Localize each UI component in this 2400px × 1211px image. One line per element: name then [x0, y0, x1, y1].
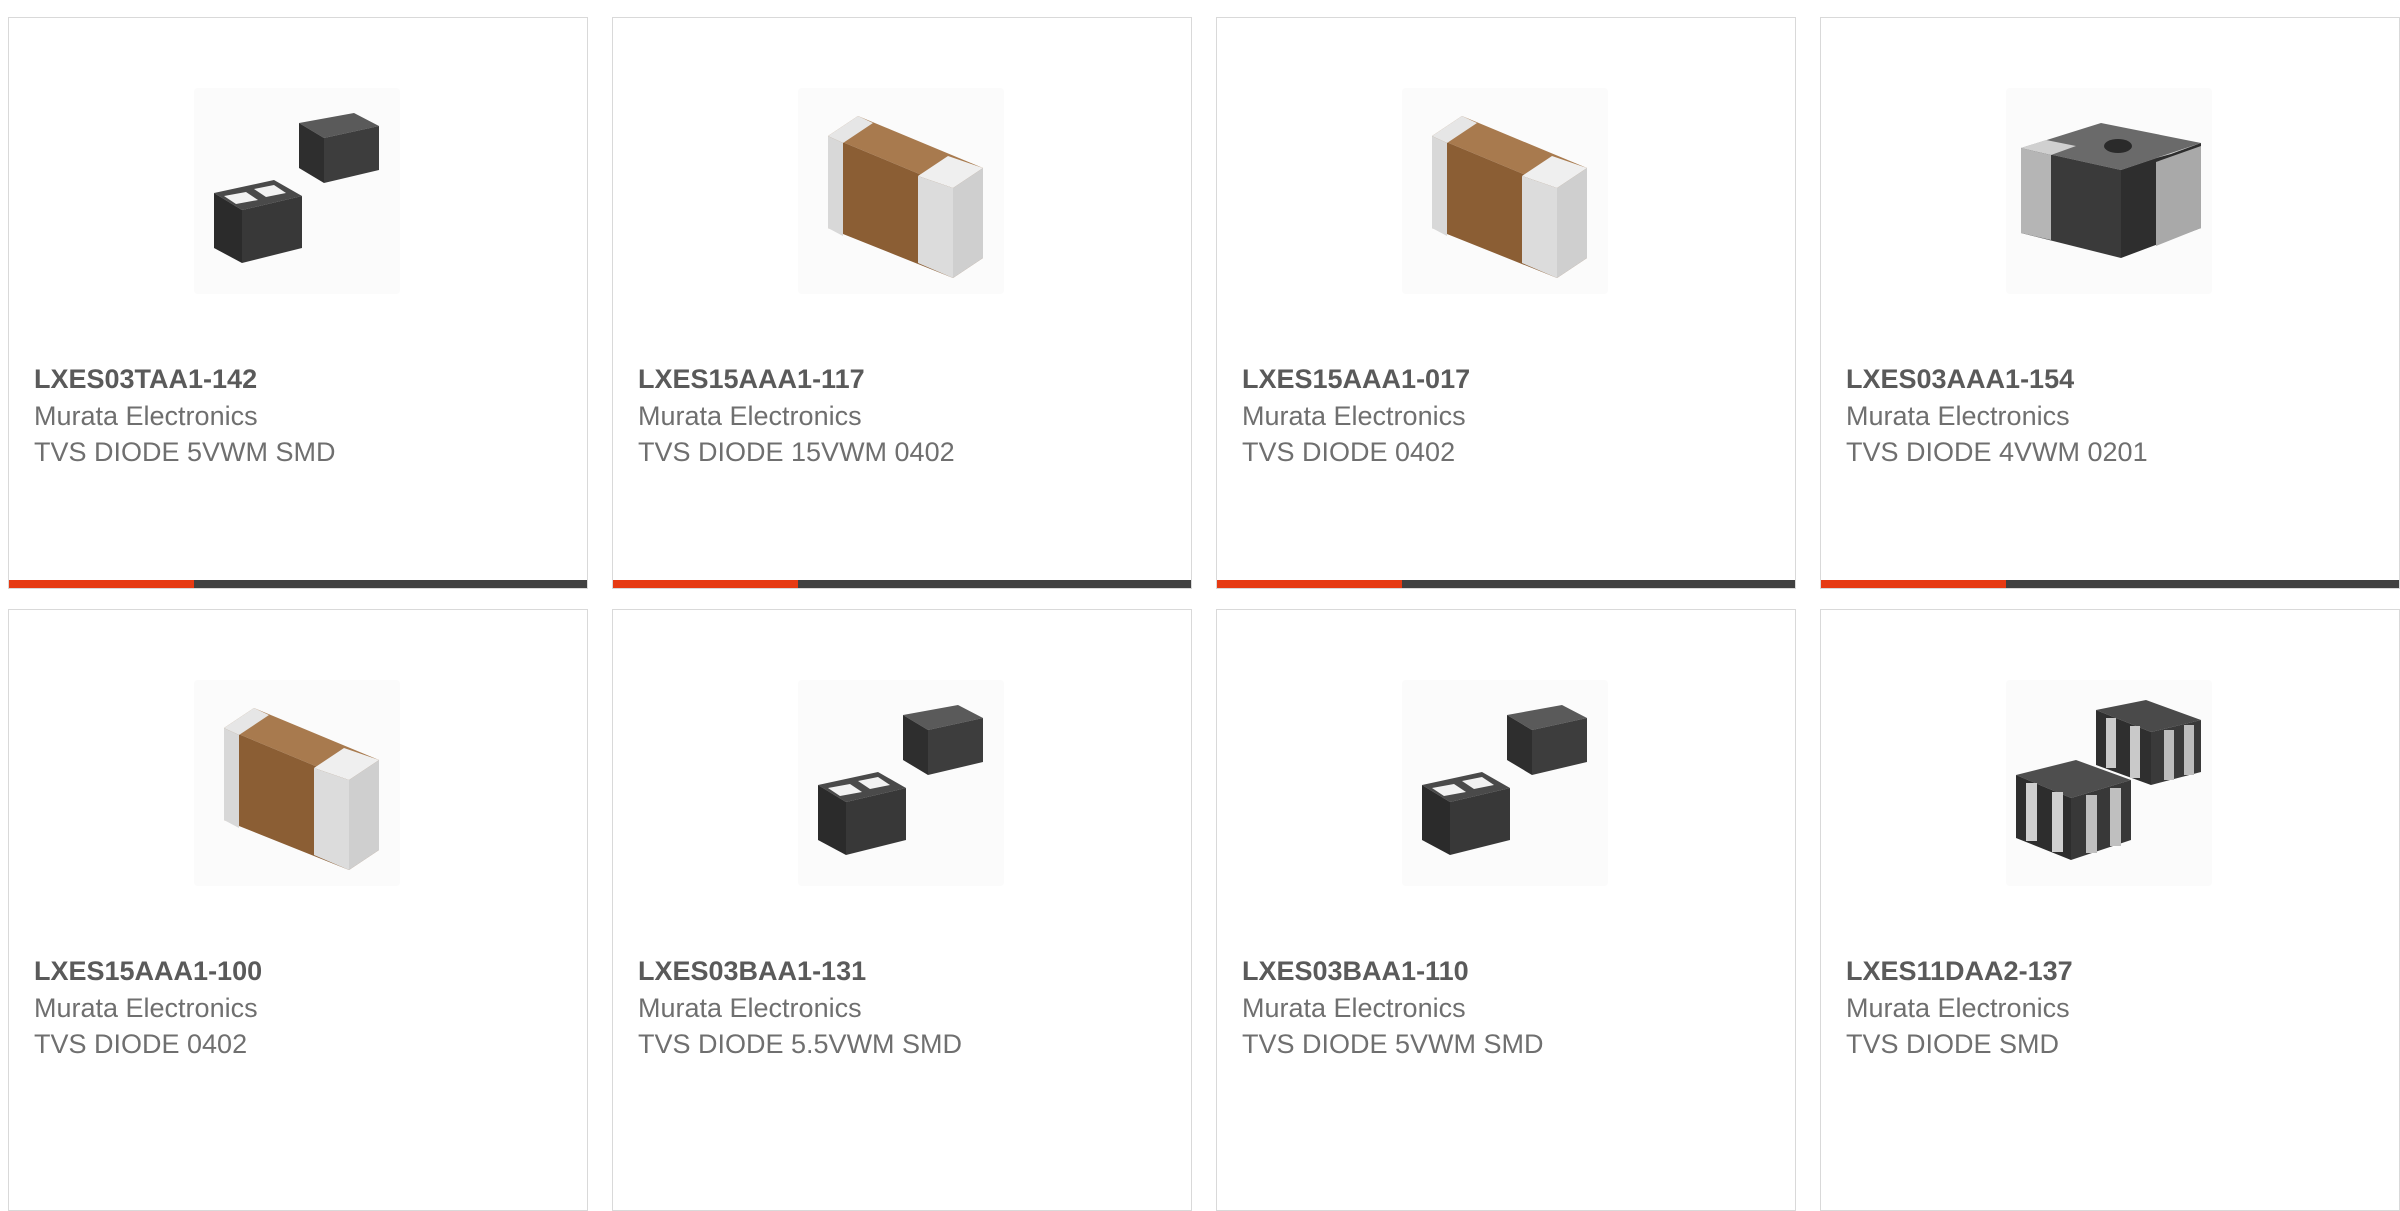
product-image[interactable] [798, 88, 1004, 294]
description: TVS DIODE 0402 [34, 1029, 248, 1059]
card-progress-fill [1821, 580, 2006, 588]
array-chip-icon [2006, 680, 2212, 886]
part-number[interactable]: LXES03BAA1-110 [1242, 952, 1544, 990]
description: TVS DIODE SMD [1846, 1029, 2060, 1059]
description: TVS DIODE 4VWM 0201 [1846, 437, 2148, 467]
part-number[interactable]: LXES11DAA2-137 [1846, 952, 2073, 990]
manufacturer: Murata Electronics [1846, 401, 2070, 431]
manufacturer: Murata Electronics [1242, 401, 1466, 431]
product-image[interactable] [2006, 88, 2212, 294]
product-card[interactable]: LXES15AAA1-100 Murata Electronics TVS DI… [8, 609, 588, 1211]
manufacturer: Murata Electronics [638, 993, 862, 1023]
manufacturer: Murata Electronics [1242, 993, 1466, 1023]
card-progress-fill [1217, 580, 1402, 588]
card-progress-fill [613, 580, 798, 588]
product-card[interactable]: LXES15AAA1-117 Murata Electronics TVS DI… [612, 17, 1192, 589]
product-image[interactable] [1402, 680, 1608, 886]
product-image[interactable] [2006, 680, 2212, 886]
card-progress-bar [1821, 580, 2399, 588]
two-black-chip-icon [194, 88, 400, 294]
brown-chip-icon [194, 680, 400, 886]
description: TVS DIODE 15VWM 0402 [638, 437, 955, 467]
card-progress-bar [9, 580, 587, 588]
manufacturer: Murata Electronics [1846, 993, 2070, 1023]
part-number[interactable]: LXES15AAA1-100 [34, 952, 262, 990]
card-progress-bar [613, 580, 1191, 588]
product-image[interactable] [194, 88, 400, 294]
brown-chip-icon [798, 88, 1004, 294]
product-card[interactable]: LXES15AAA1-017 Murata Electronics TVS DI… [1216, 17, 1796, 589]
product-card[interactable]: LXES03TAA1-142 Murata Electronics TVS DI… [8, 17, 588, 589]
product-grid: LXES03TAA1-142 Murata Electronics TVS DI… [8, 17, 2400, 1211]
description: TVS DIODE 5VWM SMD [34, 437, 336, 467]
part-number[interactable]: LXES15AAA1-117 [638, 360, 955, 398]
card-progress-bar [1217, 580, 1795, 588]
brown-chip-icon [1402, 88, 1608, 294]
two-black-chip-icon [798, 680, 1004, 886]
part-number[interactable]: LXES03TAA1-142 [34, 360, 336, 398]
manufacturer: Murata Electronics [34, 993, 258, 1023]
description: TVS DIODE 5VWM SMD [1242, 1029, 1544, 1059]
description: TVS DIODE 0402 [1242, 437, 1456, 467]
product-image[interactable] [194, 680, 400, 886]
manufacturer: Murata Electronics [34, 401, 258, 431]
manufacturer: Murata Electronics [638, 401, 862, 431]
card-progress-fill [9, 580, 194, 588]
product-image[interactable] [1402, 88, 1608, 294]
description: TVS DIODE 5.5VWM SMD [638, 1029, 963, 1059]
product-image[interactable] [798, 680, 1004, 886]
black-gray-chip-icon [2006, 88, 2212, 294]
product-card[interactable]: LXES03AAA1-154 Murata Electronics TVS DI… [1820, 17, 2400, 589]
product-card[interactable]: LXES03BAA1-131 Murata Electronics TVS DI… [612, 609, 1192, 1211]
part-number[interactable]: LXES03BAA1-131 [638, 952, 962, 990]
part-number[interactable]: LXES15AAA1-017 [1242, 360, 1470, 398]
two-black-chip-icon [1402, 680, 1608, 886]
part-number[interactable]: LXES03AAA1-154 [1846, 360, 2148, 398]
product-card[interactable]: LXES03BAA1-110 Murata Electronics TVS DI… [1216, 609, 1796, 1211]
product-card[interactable]: LXES11DAA2-137 Murata Electronics TVS DI… [1820, 609, 2400, 1211]
